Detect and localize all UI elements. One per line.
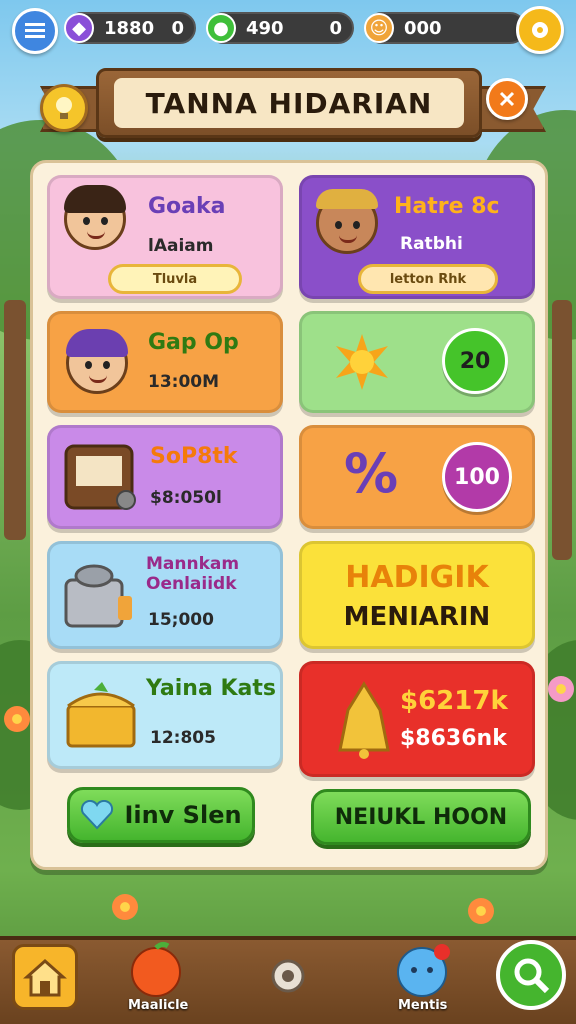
lightbulb-icon xyxy=(56,97,72,119)
card-subtitle: 15;000 xyxy=(148,610,214,630)
character-card-gap[interactable]: Gap Op 13:00M xyxy=(47,311,283,413)
promo-line-2: MENIARIN xyxy=(343,602,491,632)
nav-settings-button[interactable] xyxy=(268,956,308,996)
search-icon xyxy=(514,958,550,994)
discount-value-badge: 100 xyxy=(442,442,512,512)
left-action-button[interactable]: Iinv Slen xyxy=(67,787,255,843)
character-avatar xyxy=(316,189,378,254)
gold-bell-icon xyxy=(338,681,390,759)
card-title: Hatre 8c xyxy=(394,194,500,219)
close-icon xyxy=(499,91,515,107)
nav-fruit-button[interactable] xyxy=(126,940,186,1000)
promo-card-hadigik[interactable]: HADIGIK MENIARIN xyxy=(299,541,535,649)
percent-icon: % xyxy=(344,442,399,505)
shop-panel: Goaka lAaiam Tluvla Hatre 8c Ratbhi lett… xyxy=(30,160,548,870)
nav-home-button[interactable] xyxy=(12,944,78,1010)
gear-icon xyxy=(271,959,305,993)
gear-icon xyxy=(532,22,548,38)
card-subtitle: 13:00M xyxy=(148,372,220,392)
nav-label-2: Mentis xyxy=(398,998,448,1013)
heart-icon xyxy=(81,800,114,830)
card-title: Goaka xyxy=(148,194,226,219)
right-action-label: NEIUKL HOON xyxy=(334,804,508,830)
card-title: Mannkam Oenlaiidk xyxy=(146,554,240,594)
apple-icon xyxy=(131,941,181,997)
card-title: Gap Op xyxy=(148,330,239,355)
treasure-chest-icon xyxy=(66,682,136,748)
pet-counter[interactable]: ☺ 000 xyxy=(364,12,526,44)
energy-count: 0 xyxy=(329,17,342,39)
right-action-button[interactable]: NEIUKL HOON xyxy=(311,789,531,845)
card-subtitle: lAaiam xyxy=(148,236,214,256)
gem-count: 0 xyxy=(171,17,184,39)
settings-button[interactable] xyxy=(516,6,564,54)
price-card-gold[interactable]: $6217k $8636nk xyxy=(299,661,535,777)
top-resource-bar: ◆ 1880 0 ● 490 0 ☺ 000 xyxy=(0,0,576,58)
card-title: SoP8tk xyxy=(150,444,238,469)
nav-label-1: Maalicle xyxy=(128,998,189,1013)
card-subtitle: Ratbhi xyxy=(400,234,463,254)
gem-counter[interactable]: ◆ 1880 0 xyxy=(64,12,196,44)
close-button[interactable] xyxy=(486,78,528,120)
energy-value: 490 xyxy=(246,17,284,39)
card-tag[interactable]: letton Rhk xyxy=(358,264,498,294)
item-card-mannkam[interactable]: Mannkam Oenlaiidk 15;000 xyxy=(47,541,283,649)
item-card-sop8tk[interactable]: SoP8tk $8:050l xyxy=(47,425,283,529)
sun-reward-card[interactable]: 20 xyxy=(299,311,535,413)
gem-icon: ◆ xyxy=(64,13,94,43)
discount-card[interactable]: % 100 xyxy=(299,425,535,529)
card-tag[interactable]: Tluvla xyxy=(108,264,242,294)
nav-emoji-button[interactable] xyxy=(396,942,452,998)
card-subtitle: 12:805 xyxy=(150,728,216,748)
page-title: TANNA HIDARIAN xyxy=(114,78,464,128)
blue-face-icon xyxy=(397,944,450,997)
promo-line-1: HADIGIK xyxy=(345,560,489,595)
card-title: Yaina Kats xyxy=(146,676,276,701)
price-line-1: $6217k xyxy=(400,686,508,716)
backpack-icon xyxy=(64,444,136,510)
title-banner: TANNA HIDARIAN xyxy=(96,68,482,138)
machine-icon xyxy=(64,564,132,628)
nav-search-button[interactable] xyxy=(496,940,566,1010)
character-card-goaka[interactable]: Goaka lAaiam Tluvla xyxy=(47,175,283,299)
gem-value: 1880 xyxy=(104,17,155,39)
home-icon xyxy=(23,958,67,997)
sun-icon xyxy=(336,334,388,390)
item-card-yaina-kats[interactable]: Yaina Kats 12:805 xyxy=(47,661,283,769)
energy-counter[interactable]: ● 490 0 xyxy=(206,12,354,44)
menu-button[interactable] xyxy=(12,8,58,54)
price-line-2: $8636nk xyxy=(400,726,507,751)
lightbulb-button[interactable] xyxy=(40,84,88,132)
energy-icon: ● xyxy=(206,13,236,43)
pet-face-icon: ☺ xyxy=(364,13,394,43)
character-avatar xyxy=(66,329,128,394)
reward-value-badge: 20 xyxy=(442,328,508,394)
character-avatar xyxy=(64,185,126,250)
character-card-hatre[interactable]: Hatre 8c Ratbhi letton Rhk xyxy=(299,175,535,299)
left-action-label: Iinv Slen xyxy=(124,801,242,829)
pet-value: 000 xyxy=(404,17,442,39)
card-subtitle: $8:050l xyxy=(150,488,222,508)
menu-icon xyxy=(25,23,45,38)
